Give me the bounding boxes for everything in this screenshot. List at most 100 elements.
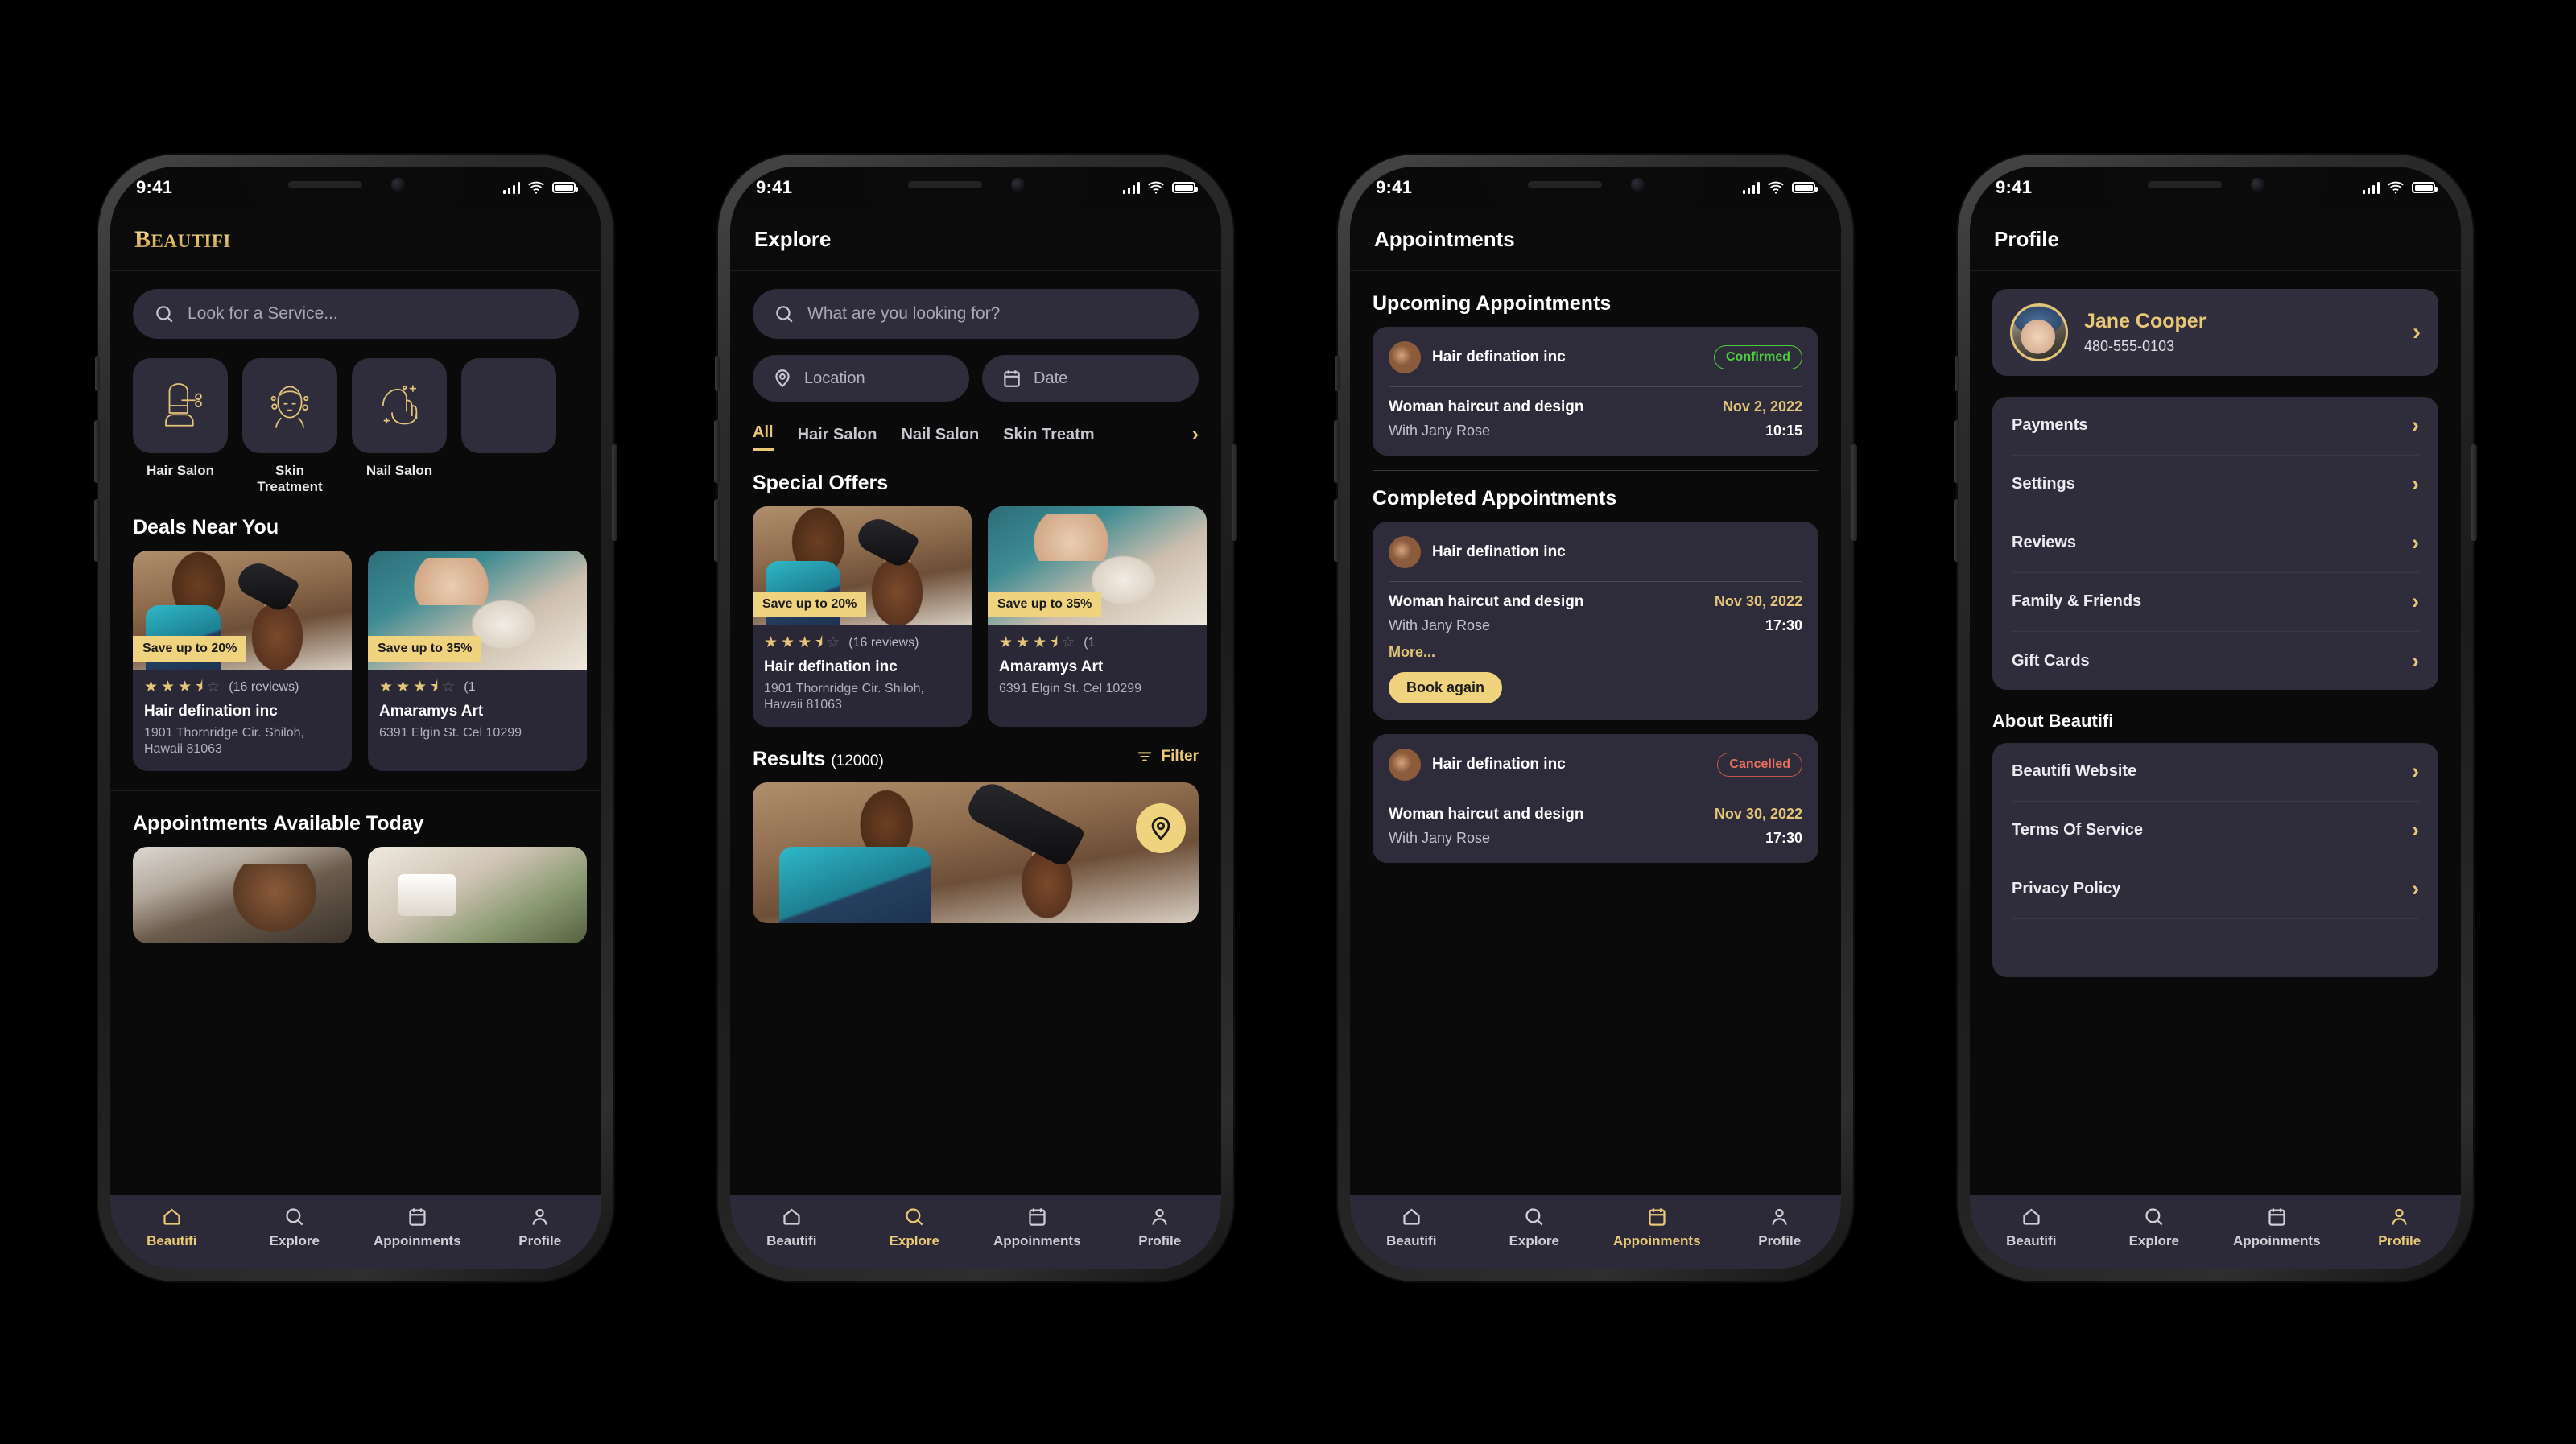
tab-beautifi[interactable]: Beautifi bbox=[1970, 1206, 2093, 1249]
tab-profile[interactable]: Profile bbox=[2339, 1206, 2462, 1249]
tab-beautifi[interactable]: Beautifi bbox=[730, 1206, 853, 1249]
tab-explore[interactable]: Explore bbox=[1473, 1206, 1596, 1249]
deal-card[interactable]: Save up to 35% ★ ★ ★ ⯨ ☆ (1 Amaramys Art 639… bbox=[368, 551, 587, 771]
filter-pills[interactable]: Location Date bbox=[753, 355, 1199, 402]
user-card[interactable]: Jane Cooper 480-555-0103 › bbox=[1992, 289, 2438, 376]
category-nail-salon[interactable]: Nail Salon bbox=[352, 358, 447, 495]
power-button[interactable] bbox=[2471, 444, 2477, 541]
volume-up-button[interactable] bbox=[94, 420, 100, 483]
menu-item-family-friends[interactable]: Family & Friends › bbox=[2012, 573, 2419, 631]
tab-beautifi[interactable]: Beautifi bbox=[1350, 1206, 1473, 1249]
menu-item-beautifi-website[interactable]: Beautifi Website › bbox=[2012, 743, 2419, 801]
menu-item-reviews[interactable]: Reviews › bbox=[2012, 514, 2419, 572]
location-filter[interactable]: Location bbox=[753, 355, 969, 402]
tab-appointments[interactable]: Appoinments bbox=[976, 1206, 1099, 1249]
about-menu[interactable]: Beautifi Website › Terms Of Service › Priv… bbox=[1992, 743, 2438, 977]
bottom-nav[interactable]: Beautifi Explore Appoinments Profile bbox=[1970, 1195, 2461, 1269]
deal-name: Hair defination inc bbox=[144, 703, 278, 720]
offer-address: 1901 Thornridge Cir. Shiloh, Hawaii 8106… bbox=[764, 682, 924, 712]
tab-explore[interactable]: Explore bbox=[2093, 1206, 2216, 1249]
available-carousel[interactable] bbox=[133, 846, 601, 943]
volume-up-button[interactable] bbox=[1954, 420, 1959, 483]
appointment-card[interactable]: Hair defination inc Cancelled Woman hair… bbox=[1373, 734, 1818, 863]
bottom-nav[interactable]: Beautifi Explore Appoinments Profile bbox=[1350, 1195, 1841, 1269]
offer-card[interactable]: Save up to 35% ★ ★ ★ ⯨ ☆ (1 Amaramys Art 639… bbox=[988, 506, 1207, 727]
filter-button[interactable]: Filter bbox=[1136, 748, 1199, 765]
book-again-button[interactable]: Book again bbox=[1389, 672, 1503, 703]
map-button[interactable] bbox=[1136, 802, 1186, 853]
category-hair-salon[interactable]: Hair Salon bbox=[133, 358, 228, 495]
menu-item-gift-cards[interactable]: Gift Cards › bbox=[2012, 632, 2419, 690]
category-tab-all[interactable]: All bbox=[753, 423, 774, 451]
available-card[interactable] bbox=[368, 846, 587, 943]
more-link[interactable]: More... bbox=[1389, 644, 1802, 661]
service-name: Woman haircut and design bbox=[1389, 593, 1584, 610]
volume-down-button[interactable] bbox=[1334, 499, 1340, 562]
category-list[interactable]: Hair Salon Skin Treatment Nail Salon bbox=[133, 358, 601, 495]
available-card[interactable] bbox=[133, 846, 352, 943]
offer-card[interactable]: Save up to 20% ★ ★ ★ ⯨ ☆ (16 reviews) Hair d… bbox=[753, 506, 972, 727]
mute-switch[interactable] bbox=[715, 356, 720, 391]
menu-item-extra[interactable] bbox=[2012, 919, 2419, 977]
result-card[interactable] bbox=[753, 782, 1199, 923]
menu-item-privacy-policy[interactable]: Privacy Policy › bbox=[2012, 860, 2419, 918]
home-icon bbox=[1403, 1208, 1420, 1225]
explore-content[interactable]: What are you looking for? Location Date bbox=[730, 271, 1221, 1195]
mute-switch[interactable] bbox=[1335, 356, 1340, 391]
deal-photo: Save up to 35% bbox=[368, 551, 587, 670]
category-tab-skin-treatment[interactable]: Skin Treatm bbox=[1003, 426, 1094, 451]
tab-profile[interactable]: Profile bbox=[1719, 1206, 1842, 1249]
volume-up-button[interactable] bbox=[1334, 420, 1340, 483]
bottom-nav[interactable]: Beautifi Explore Appoinments Profile bbox=[110, 1195, 601, 1269]
date-filter[interactable]: Date bbox=[982, 355, 1199, 402]
search-input[interactable]: Look for a Service... bbox=[133, 289, 579, 339]
category-tabs[interactable]: All Hair Salon Nail Salon Skin Treatm › bbox=[753, 423, 1199, 451]
power-button[interactable] bbox=[612, 444, 617, 541]
menu-item-payments[interactable]: Payments › bbox=[2012, 397, 2419, 455]
tab-appointments[interactable]: Appoinments bbox=[356, 1206, 479, 1249]
home-icon bbox=[163, 1208, 180, 1225]
appointment-card[interactable]: Hair defination inc Confirmed Woman hair… bbox=[1373, 327, 1818, 456]
category-more[interactable] bbox=[461, 358, 556, 495]
offers-carousel[interactable]: Save up to 20% ★ ★ ★ ⯨ ☆ (16 reviews) Hair d… bbox=[753, 506, 1221, 727]
appointment-date: Nov 30, 2022 bbox=[1714, 593, 1802, 609]
volume-down-button[interactable] bbox=[1954, 499, 1959, 562]
home-content[interactable]: Look for a Service... Hair Salon Skin Tr… bbox=[110, 271, 601, 1195]
volume-down-button[interactable] bbox=[714, 499, 720, 562]
tab-appointments[interactable]: Appoinments bbox=[1596, 1206, 1719, 1249]
tab-explore[interactable]: Explore bbox=[233, 1206, 357, 1249]
app-header: BEAUTIFI bbox=[110, 208, 601, 271]
chevron-right-icon[interactable]: › bbox=[2413, 319, 2421, 346]
power-button[interactable] bbox=[1852, 444, 1857, 541]
chevron-right-icon[interactable]: › bbox=[1192, 423, 1199, 451]
deals-carousel[interactable]: Save up to 20% ★ ★ ★ ⯨ ☆ (16 reviews) Hair d… bbox=[133, 551, 601, 771]
mute-switch[interactable] bbox=[95, 356, 100, 391]
power-button[interactable] bbox=[1232, 444, 1237, 541]
results-count: (12000) bbox=[831, 752, 884, 769]
appointments-content[interactable]: Upcoming Appointments Hair defination in… bbox=[1350, 271, 1841, 1195]
tab-beautifi[interactable]: Beautifi bbox=[110, 1206, 233, 1249]
bottom-nav[interactable]: Beautifi Explore Appoinments Profile bbox=[730, 1195, 1221, 1269]
category-skin-treatment[interactable]: Skin Treatment bbox=[242, 358, 337, 495]
search-input[interactable]: What are you looking for? bbox=[753, 289, 1199, 339]
profile-content[interactable]: Jane Cooper 480-555-0103 › Payments › Set… bbox=[1970, 271, 2461, 1195]
category-tab-nail-salon[interactable]: Nail Salon bbox=[901, 426, 979, 451]
menu-item-settings[interactable]: Settings › bbox=[2012, 456, 2419, 514]
avatar bbox=[2010, 303, 2068, 361]
profile-menu[interactable]: Payments › Settings › Reviews › Family & Fr… bbox=[1992, 397, 2438, 690]
volume-down-button[interactable] bbox=[94, 499, 100, 562]
mute-switch[interactable] bbox=[1955, 356, 1959, 391]
volume-up-button[interactable] bbox=[714, 420, 720, 483]
appointment-date: Nov 2, 2022 bbox=[1722, 398, 1802, 415]
status-time: 9:41 bbox=[1376, 177, 1413, 197]
tab-appointments[interactable]: Appoinments bbox=[2215, 1206, 2339, 1249]
deal-card[interactable]: Save up to 20% ★ ★ ★ ⯨ ☆ (16 reviews) Hair d… bbox=[133, 551, 352, 771]
menu-item-terms-of-service[interactable]: Terms Of Service › bbox=[2012, 802, 2419, 860]
category-tab-hair-salon[interactable]: Hair Salon bbox=[798, 426, 877, 451]
tab-profile[interactable]: Profile bbox=[479, 1206, 602, 1249]
appointment-card[interactable]: Hair defination inc Woman haircut and de… bbox=[1373, 522, 1818, 720]
tab-explore[interactable]: Explore bbox=[853, 1206, 976, 1249]
review-count: (16 reviews) bbox=[229, 679, 299, 694]
tab-profile[interactable]: Profile bbox=[1099, 1206, 1222, 1249]
brand-logo: BEAUTIFI bbox=[134, 225, 231, 253]
